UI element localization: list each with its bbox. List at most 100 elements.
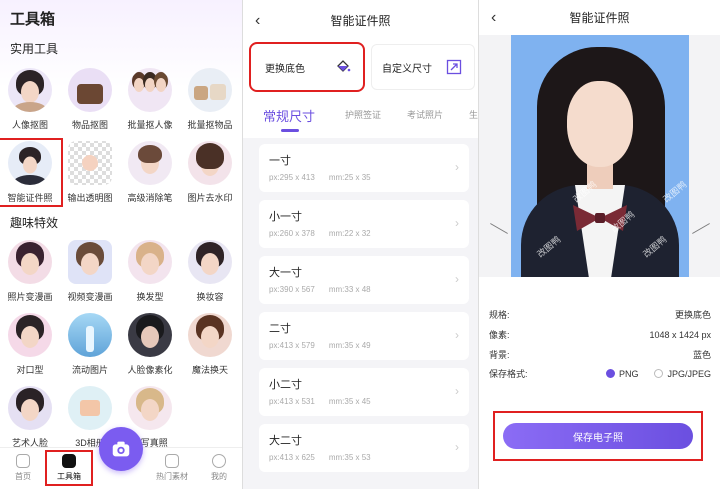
- size-item[interactable]: 二寸 px:413 x 579 mm:35 x 49 ›: [259, 312, 469, 360]
- topbar: ‹ 智能证件照: [243, 0, 478, 40]
- chevron-right-icon: ›: [455, 440, 459, 454]
- transparent-image-icon: [68, 141, 112, 185]
- tool-batch-portrait[interactable]: 批量抠人像: [120, 68, 180, 131]
- size-px: px:413 x 579: [269, 341, 315, 350]
- tool-hairstyle[interactable]: 换发型: [120, 240, 180, 303]
- id-photo-icon: [8, 141, 52, 185]
- size-name: 二寸: [269, 323, 291, 335]
- format-options: PNG JPG/JPEG: [605, 368, 711, 379]
- tool-remove-watermark[interactable]: 图片去水印: [180, 141, 240, 204]
- tool-sky-replace[interactable]: 魔法换天: [180, 313, 240, 376]
- bags-icon: [188, 68, 232, 112]
- radio-jpg[interactable]: [654, 369, 664, 378]
- paint-bucket-icon: [337, 60, 351, 72]
- nav-toolbox[interactable]: 工具箱: [45, 450, 93, 486]
- size-name: 小一寸: [269, 211, 302, 223]
- tool-lip-sync[interactable]: 对口型: [0, 313, 60, 376]
- portrait-icon: [8, 68, 52, 112]
- tool-portrait-cutout[interactable]: 人像抠图: [0, 68, 60, 131]
- tool-object-cutout[interactable]: 物品抠图: [60, 68, 120, 131]
- tool-art-face[interactable]: 艺术人脸: [0, 386, 60, 449]
- size-item[interactable]: 大一寸 px:390 x 567 mm:33 x 48 ›: [259, 256, 469, 304]
- tool-eraser-pen[interactable]: 高级消除笔: [120, 141, 180, 204]
- tool-label: 智能证件照: [7, 193, 53, 203]
- nav-materials[interactable]: 热门素材: [152, 454, 192, 482]
- info-label: 背景:: [489, 350, 510, 360]
- tool-photo-to-comic[interactable]: 照片变漫画: [0, 240, 60, 303]
- tab-exam-photo[interactable]: 考试照片: [407, 108, 443, 121]
- eraser-pen-icon: [128, 141, 172, 185]
- info-row-background: 背景: 蓝色: [489, 348, 711, 361]
- tool-face-pixelate[interactable]: 人脸像素化: [120, 313, 180, 376]
- ai-portrait-icon: [128, 386, 172, 430]
- radio-png[interactable]: [605, 369, 615, 378]
- tab-standard[interactable]: 常规尺寸: [263, 106, 315, 125]
- size-mm: mm:35 x 49: [328, 341, 371, 350]
- page-title: 智能证件照: [330, 13, 391, 28]
- tool-label: 流动图片: [71, 365, 108, 375]
- tool-video-to-comic[interactable]: 视频变漫画: [60, 240, 120, 303]
- tool-label: 人脸像素化: [127, 365, 173, 375]
- lip-sync-icon: [8, 313, 52, 357]
- info-label: 保存格式:: [489, 369, 528, 379]
- toolbox-panel: 工具箱 实用工具 人像抠图 物品抠图 批量抠人像 批量抠物品 智能证件照 输出透…: [0, 0, 242, 489]
- tool-transparent-output[interactable]: 输出透明图: [60, 141, 120, 204]
- size-mm: mm:35 x 53: [328, 453, 371, 462]
- format-jpg-label: JPG/JPEG: [667, 368, 711, 379]
- tool-label: 视频变漫画: [67, 292, 113, 302]
- action-label: 自定义尺寸: [382, 63, 432, 75]
- tab-more[interactable]: 生: [469, 108, 478, 121]
- chevron-right-icon: ›: [455, 216, 459, 230]
- custom-size-button[interactable]: 自定义尺寸: [371, 44, 475, 90]
- info-label: 像素:: [489, 330, 510, 340]
- size-px: px:413 x 625: [269, 453, 315, 462]
- size-item[interactable]: 一寸 px:295 x 413 mm:25 x 35 ›: [259, 144, 469, 192]
- fun-tools-grid: 照片变漫画 视频变漫画 换发型 换妆容 对口型 流动图片 人脸像素化 魔法换天 …: [0, 240, 242, 449]
- handbag-icon: [68, 68, 112, 112]
- size-mm: mm:35 x 45: [328, 397, 371, 406]
- tab-indicator: [281, 129, 299, 132]
- save-photo-button[interactable]: 保存电子照: [503, 423, 693, 449]
- size-name: 大二寸: [269, 435, 302, 447]
- format-png-label: PNG: [618, 368, 639, 379]
- resize-icon: [446, 59, 462, 75]
- change-background-button[interactable]: 更换底色: [249, 42, 365, 92]
- action-label: 更换底色: [265, 63, 305, 75]
- tool-id-photo[interactable]: 智能证件照: [0, 138, 63, 207]
- size-px: px:390 x 567: [269, 285, 315, 294]
- info-value: 1048 x 1424 px: [649, 329, 711, 340]
- tool-flowing-image[interactable]: 流动图片: [60, 313, 120, 376]
- chevron-right-icon: ›: [455, 160, 459, 174]
- video-to-comic-icon: [68, 240, 112, 284]
- size-item[interactable]: 大二寸 px:413 x 625 mm:35 x 53 ›: [259, 424, 469, 472]
- chevron-right-icon: ›: [455, 328, 459, 342]
- tab-passport-visa[interactable]: 护照签证: [345, 108, 381, 121]
- nav-label: 工具箱: [57, 472, 81, 481]
- camera-button[interactable]: [99, 427, 143, 471]
- tool-makeup[interactable]: 换妆容: [180, 240, 240, 303]
- size-px: px:260 x 378: [269, 229, 315, 238]
- id-photo-panel: ‹ 智能证件照 更换底色 自定义尺寸 常规尺寸 护照签证 考试照片 生 一寸 p…: [242, 0, 478, 489]
- nav-home[interactable]: 首页: [3, 454, 43, 482]
- tool-label: 图片去水印: [187, 193, 233, 203]
- tool-label: 照片变漫画: [7, 292, 53, 302]
- size-mm: mm:25 x 35: [328, 173, 371, 182]
- id-photo-preview: 改图鸭 改图鸭 改图鸭 改图鸭 改图鸭: [511, 35, 689, 277]
- size-item[interactable]: 小二寸 px:413 x 531 mm:35 x 45 ›: [259, 368, 469, 416]
- size-tabs: 常规尺寸 护照签证 考试照片 生: [243, 96, 478, 138]
- tool-batch-object[interactable]: 批量抠物品: [180, 68, 240, 131]
- tool-label: 物品抠图: [71, 120, 108, 130]
- makeup-icon: [188, 240, 232, 284]
- page-title: 智能证件照: [569, 11, 630, 25]
- hairstyle-icon: [128, 240, 172, 284]
- chevron-right-icon: ›: [455, 272, 459, 286]
- face-pixelate-icon: [128, 313, 172, 357]
- back-arrow-icon[interactable]: ‹: [491, 9, 496, 27]
- info-label: 规格:: [489, 310, 510, 320]
- tool-label: 人像抠图: [11, 120, 48, 130]
- nav-profile[interactable]: 我的: [199, 454, 239, 482]
- back-arrow-icon[interactable]: ‹: [255, 12, 260, 30]
- info-row-spec: 规格: 更换底色: [489, 308, 711, 321]
- size-item[interactable]: 小一寸 px:260 x 378 mm:22 x 32 ›: [259, 200, 469, 248]
- remove-watermark-icon: [188, 141, 232, 185]
